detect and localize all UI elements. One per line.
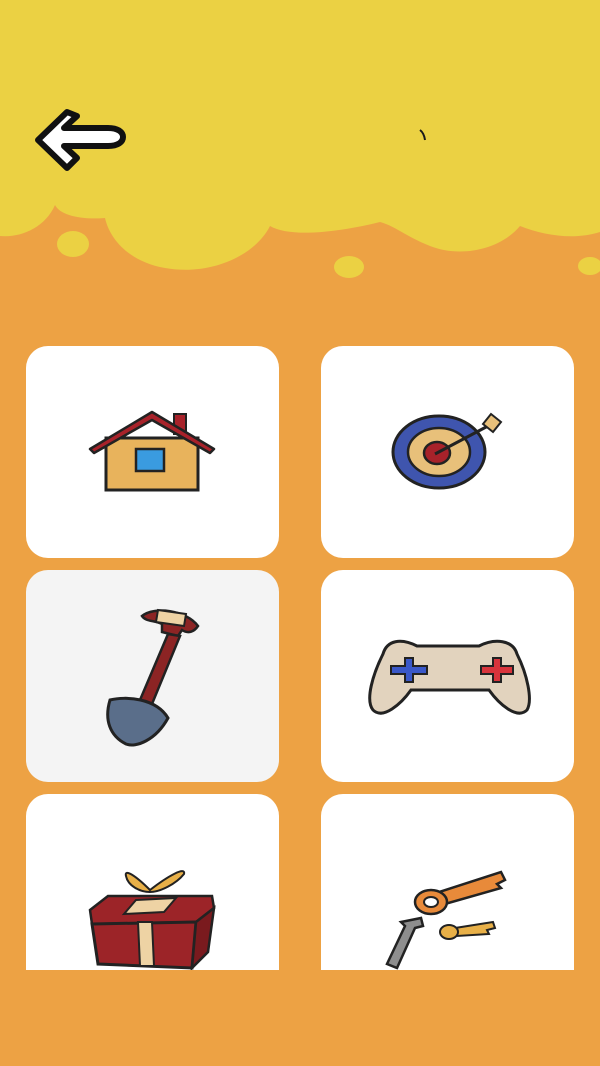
- house-icon: [88, 410, 216, 492]
- item-tile-gift-box[interactable]: [26, 794, 279, 970]
- game-controller-icon: [368, 639, 531, 715]
- dartboard-icon: [391, 412, 503, 490]
- item-tile-keys[interactable]: [321, 794, 574, 970]
- gift-box-icon: [88, 870, 216, 970]
- keys-icon: [385, 870, 507, 970]
- item-tile-shovel[interactable]: [26, 570, 279, 782]
- item-tile-game-controller[interactable]: [321, 570, 574, 782]
- shovel-icon: [106, 608, 200, 747]
- item-tile-house[interactable]: [26, 346, 279, 558]
- bottom-bar: [0, 970, 600, 1066]
- item-grid: [0, 0, 600, 1066]
- item-tile-dartboard[interactable]: [321, 346, 574, 558]
